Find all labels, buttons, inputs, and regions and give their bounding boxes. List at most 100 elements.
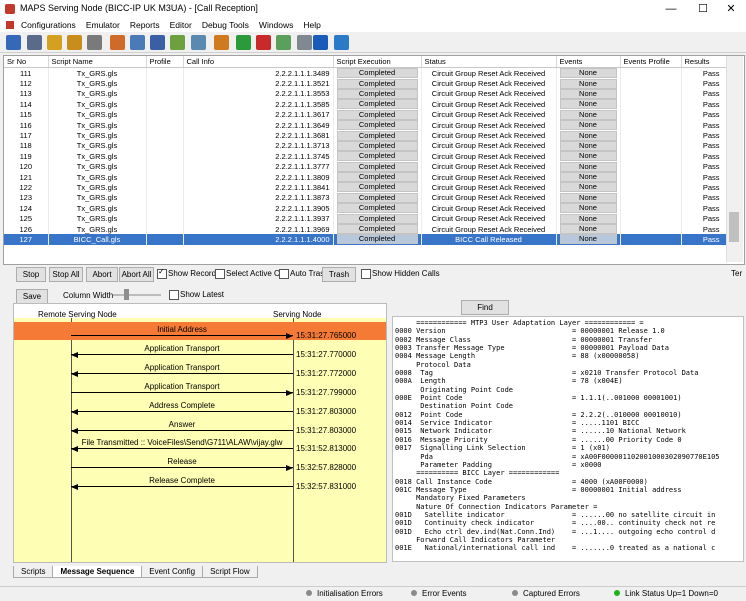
decode-line[interactable]: 0016 Message Priority = ......00 Priorit…	[395, 436, 682, 444]
close-button[interactable]: ✕	[716, 0, 746, 18]
table-row[interactable]: 123 Tx_GRS.gls 2.2.2.1.1.1.3873 Completed Ci…	[4, 192, 733, 204]
decode-line[interactable]: Originating Point Code	[395, 386, 513, 394]
show-hidden-calls-checkbox[interactable]	[361, 269, 371, 279]
slider-thumb[interactable]	[124, 289, 129, 300]
message-arrow[interactable]	[71, 467, 293, 469]
stop-button[interactable]: Stop	[16, 267, 46, 282]
network-icon[interactable]	[191, 35, 206, 50]
message-arrow[interactable]	[71, 448, 293, 450]
table-icon[interactable]	[130, 35, 145, 50]
decode-line[interactable]: 0004 Message Length = 88 (x00000058)	[395, 352, 639, 360]
column-header[interactable]: Results	[681, 56, 733, 68]
decode-line[interactable]: 000E Point Code = 1.1.1(..001000 0000100…	[395, 394, 682, 402]
settings-icon[interactable]	[6, 35, 21, 50]
message-arrow[interactable]	[71, 391, 293, 393]
message-arrow[interactable]	[71, 486, 293, 488]
auto-trash-checkbox[interactable]	[279, 269, 289, 279]
menu-windows[interactable]: Windows	[254, 18, 298, 32]
scrollbar-thumb[interactable]	[729, 212, 739, 242]
decode-line[interactable]: 000A Length = 78 (x004E)	[395, 377, 623, 385]
column-header[interactable]: Sr No	[4, 56, 49, 68]
menu-reports[interactable]: Reports	[125, 18, 165, 32]
decode-line[interactable]: 001E National/international call ind = .…	[395, 544, 715, 552]
decode-line[interactable]: Nature Of Connection Indicators Paramete…	[395, 503, 597, 511]
stop-icon[interactable]	[256, 35, 271, 50]
message-arrow[interactable]	[71, 410, 293, 412]
table-row[interactable]: 121 Tx_GRS.gls 2.2.2.1.1.1.3809 Completed Ci…	[4, 171, 733, 183]
message-label[interactable]: Initial Address	[71, 325, 293, 334]
tab-event-config[interactable]: Event Config	[141, 566, 204, 578]
table-row[interactable]: 112 Tx_GRS.gls 2.2.2.1.1.1.3521 Completed Ci…	[4, 78, 733, 89]
show-latest-checkbox[interactable]	[169, 290, 179, 300]
refresh-icon[interactable]	[334, 35, 349, 50]
column-header[interactable]: Events Profile	[620, 56, 682, 68]
table-row[interactable]: 119 Tx_GRS.gls 2.2.2.1.1.1.3745 Completed Ci…	[4, 151, 733, 162]
menu-configurations[interactable]: Configurations	[16, 18, 81, 32]
start-icon[interactable]	[236, 35, 251, 50]
note-icon[interactable]	[214, 35, 229, 50]
decode-line[interactable]: 0014 Service Indicator = .....1101 BICC	[395, 419, 639, 427]
message-label[interactable]: Release	[71, 457, 293, 466]
column-header[interactable]: Call Info	[183, 56, 334, 68]
find-button[interactable]: Find	[461, 300, 509, 315]
table-row[interactable]: 116 Tx_GRS.gls 2.2.2.1.1.1.3649 Completed Ci…	[4, 119, 733, 131]
help-icon[interactable]	[313, 35, 328, 50]
tab-script-flow[interactable]: Script Flow	[202, 566, 258, 578]
folder-icon[interactable]	[67, 35, 82, 50]
decode-line[interactable]: 001D Continuity check indicator = ....00…	[395, 519, 715, 527]
message-arrow[interactable]	[71, 335, 293, 336]
message-arrow[interactable]	[71, 353, 293, 355]
stop-all-button[interactable]: Stop All	[49, 267, 83, 282]
table-row[interactable]: 120 Tx_GRS.gls 2.2.2.1.1.1.3777 Completed Ci…	[4, 161, 733, 172]
menu-emulator[interactable]: Emulator	[81, 18, 125, 32]
table-row[interactable]: 118 Tx_GRS.gls 2.2.2.1.1.1.3713 Completed Ci…	[4, 140, 733, 152]
decode-line[interactable]: Protocol Data	[395, 361, 471, 369]
decode-line[interactable]: 001D Echo ctrl dev.ind(Nat.Conn.Ind) = .…	[395, 528, 715, 536]
message-label[interactable]: Answer	[71, 420, 293, 429]
save-button[interactable]: Save	[16, 289, 48, 304]
column-header[interactable]: Status	[421, 56, 557, 68]
message-label[interactable]: Release Complete	[71, 476, 293, 485]
abort-all-button[interactable]: Abort All	[119, 267, 154, 282]
database-icon[interactable]	[27, 35, 42, 50]
decode-line[interactable]: 001C Message Type = 00000001 Initial add…	[395, 486, 682, 494]
tab-message-sequence[interactable]: Message Sequence	[52, 566, 143, 578]
column-header[interactable]: Script Name	[48, 56, 147, 68]
decode-line[interactable]: 001D Satellite indicator = ......00 no s…	[395, 511, 715, 519]
decode-line[interactable]: Mandatory Fixed Parameters	[395, 494, 526, 502]
save-icon[interactable]	[150, 35, 165, 50]
stack-icon[interactable]	[47, 35, 62, 50]
decode-line[interactable]: ============ MTP3 User Adaptation Layer …	[395, 319, 644, 327]
show-records-checkbox[interactable]	[157, 267, 167, 279]
message-arrow[interactable]	[71, 429, 293, 431]
decode-line[interactable]: 0003 Transfer Message Type = 00000001 Pa…	[395, 344, 669, 352]
decode-line[interactable]: 0017 Signalling Link Selection = 1 (x01)	[395, 444, 610, 452]
table-row[interactable]: 113 Tx_GRS.gls 2.2.2.1.1.1.3553 Completed Ci…	[4, 88, 733, 100]
table-row[interactable]: 125 Tx_GRS.gls 2.2.2.1.1.1.3937 Completed Ci…	[4, 213, 733, 224]
abort-button[interactable]: Abort	[86, 267, 118, 282]
column-width-slider[interactable]	[113, 294, 161, 296]
column-header[interactable]: Script Execution	[333, 56, 422, 68]
decode-line[interactable]: 0008 Tag = x0210 Transfer Protocol Data	[395, 369, 698, 377]
table-row[interactable]: 115 Tx_GRS.gls 2.2.2.1.1.1.3617 Completed Ci…	[4, 109, 733, 120]
decode-line[interactable]: 0000 Version = 00000001 Release 1.0	[395, 327, 665, 335]
table-row[interactable]: 114 Tx_GRS.gls 2.2.2.1.1.1.3585 Completed Ci…	[4, 99, 733, 110]
decode-line[interactable]: ========== BICC Layer ============	[395, 469, 559, 477]
message-label[interactable]: Application Transport	[71, 363, 293, 372]
table-row[interactable]: 117 Tx_GRS.gls 2.2.2.1.1.1.3681 Completed Ci…	[4, 130, 733, 141]
menu-help[interactable]: Help	[298, 18, 325, 32]
message-label[interactable]: Application Transport	[71, 344, 293, 353]
column-header[interactable]: Profile	[146, 56, 184, 68]
tools-icon[interactable]	[297, 35, 312, 50]
menu-debug-tools[interactable]: Debug Tools	[197, 18, 254, 32]
decode-line[interactable]: Forward Call Indicators Parameter	[395, 536, 555, 544]
menu-editor[interactable]: Editor	[165, 18, 197, 32]
check-icon[interactable]	[170, 35, 185, 50]
select-active-call-checkbox[interactable]	[215, 269, 225, 279]
decode-line[interactable]: 0002 Message Class = 00000001 Transfer	[395, 336, 652, 344]
message-label[interactable]: Address Complete	[71, 401, 293, 410]
decode-line[interactable]: Destination Point Code	[395, 402, 513, 410]
gear-icon[interactable]	[87, 35, 102, 50]
message-label[interactable]: Application Transport	[71, 382, 293, 391]
script-icon[interactable]	[276, 35, 291, 50]
